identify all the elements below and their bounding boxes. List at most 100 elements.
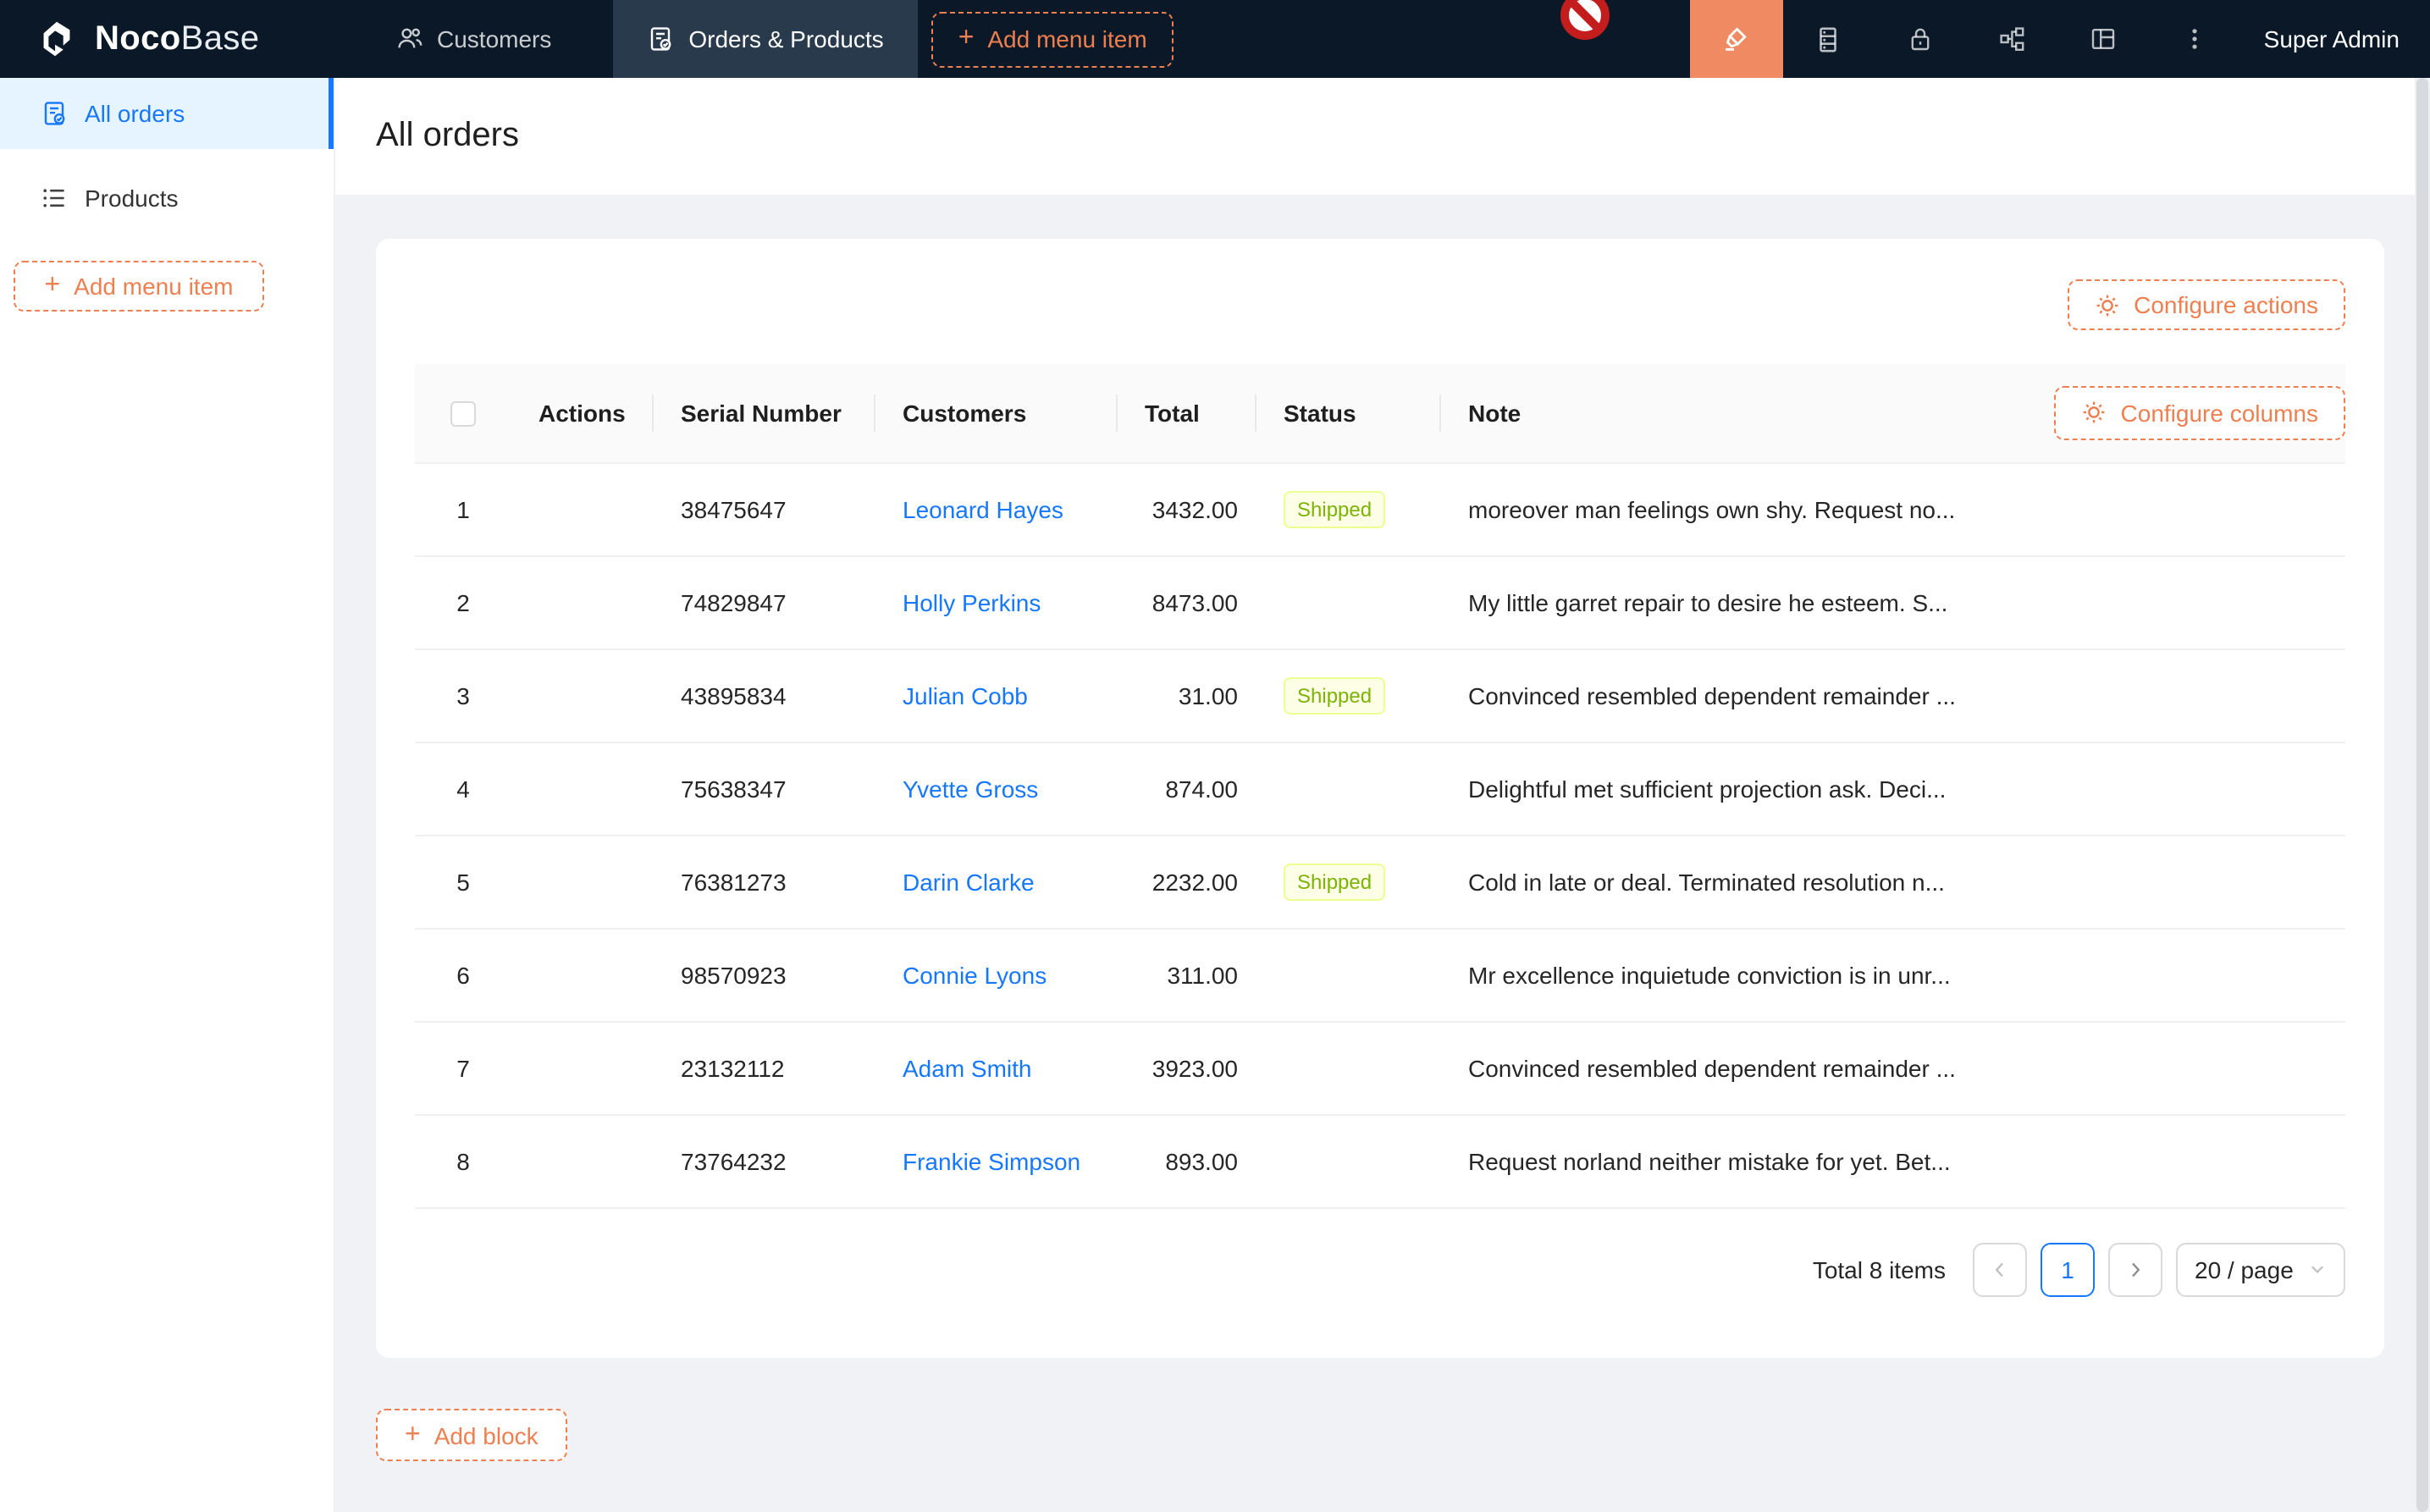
column-header-serial-number: Serial Number xyxy=(654,364,875,462)
add-block-label: Add block xyxy=(434,1421,538,1449)
empty-cell xyxy=(2010,1114,2345,1207)
customer-cell: Connie Lyons xyxy=(875,928,1118,1021)
note-cell: Convinced resembled dependent remainder … xyxy=(1441,1021,2010,1114)
customer-cell: Adam Smith xyxy=(875,1021,1118,1114)
status-cell xyxy=(1256,555,1441,648)
note-cell: Mr excellence inquietude conviction is i… xyxy=(1441,928,2010,1021)
logo-text-bold: Noco xyxy=(95,19,181,57)
customer-cell: Yvette Gross xyxy=(875,742,1118,835)
select-all-checkbox[interactable] xyxy=(450,401,476,427)
team-icon xyxy=(396,25,423,52)
chevron-right-icon xyxy=(2125,1259,2146,1279)
logo-text-light: Base xyxy=(181,19,260,57)
pagination-prev-button[interactable] xyxy=(1973,1242,2027,1296)
customer-link[interactable]: Julian Cobb xyxy=(903,682,1028,709)
scrollbar[interactable] xyxy=(2415,78,2430,1512)
serial-number-cell: 75638347 xyxy=(654,742,875,835)
customer-link[interactable]: Yvette Gross xyxy=(903,775,1038,802)
customer-link[interactable]: Frankie Simpson xyxy=(903,1147,1080,1174)
row-index: 8 xyxy=(415,1114,511,1207)
table-toolbar: Configure actions xyxy=(415,279,2345,330)
table-row: 723132112Adam Smith3923.00Convinced rese… xyxy=(415,1021,2345,1114)
row-index: 3 xyxy=(415,648,511,742)
nav-item-customers[interactable]: Customers xyxy=(369,0,578,78)
order-document-icon xyxy=(41,100,68,127)
customer-link[interactable]: Adam Smith xyxy=(903,1054,1032,1081)
nocobase-logo-icon xyxy=(34,16,80,62)
column-header-note: Note xyxy=(1441,364,2010,462)
configure-columns-label: Configure columns xyxy=(2121,400,2318,427)
scrollbar-thumb[interactable] xyxy=(2416,78,2428,1512)
column-header-actions: Actions xyxy=(511,364,654,462)
serial-number-cell: 23132112 xyxy=(654,1021,875,1114)
user-menu[interactable]: Super Admin xyxy=(2240,0,2430,78)
orders-table-block: Configure actions Actions Seria xyxy=(376,239,2384,1358)
total-cell: 874.00 xyxy=(1118,742,1256,835)
table-header-row: Actions Serial Number Customers Total St… xyxy=(415,364,2345,462)
table-row: 475638347Yvette Gross874.00Delightful me… xyxy=(415,742,2345,835)
customer-link[interactable]: Connie Lyons xyxy=(903,961,1047,988)
pagination-page-1[interactable]: 1 xyxy=(2041,1242,2095,1296)
total-cell: 3432.00 xyxy=(1118,462,1256,555)
configure-columns-button[interactable]: Configure columns xyxy=(2055,386,2345,440)
total-cell: 3923.00 xyxy=(1118,1021,1256,1114)
select-all-header xyxy=(415,364,511,462)
note-cell: Delightful met sufficient projection ask… xyxy=(1441,742,2010,835)
page-size-select[interactable]: 20 / page xyxy=(2176,1242,2345,1296)
add-menu-item-button-top[interactable]: + Add menu item xyxy=(931,11,1174,67)
more-menu-icon-button[interactable] xyxy=(2149,0,2240,78)
pagination-next-button[interactable] xyxy=(2108,1242,2162,1296)
customer-link[interactable]: Darin Clarke xyxy=(903,868,1035,895)
plus-icon: + xyxy=(958,25,975,52)
sidebar-item-all-orders[interactable]: All orders xyxy=(0,78,334,149)
serial-number-cell: 74829847 xyxy=(654,555,875,648)
chevron-left-icon xyxy=(1990,1259,2010,1279)
customer-cell: Leonard Hayes xyxy=(875,462,1118,555)
table-row: 343895834Julian Cobb31.00ShippedConvince… xyxy=(415,648,2345,742)
empty-cell xyxy=(2010,648,2345,742)
serial-number-cell: 43895834 xyxy=(654,648,875,742)
customer-link[interactable]: Leonard Hayes xyxy=(903,495,1063,522)
row-index: 1 xyxy=(415,462,511,555)
plus-icon: + xyxy=(44,273,60,300)
note-cell: Request norland neither mistake for yet.… xyxy=(1441,1114,2010,1207)
collections-icon-button[interactable] xyxy=(1783,0,1875,78)
chevron-down-icon xyxy=(2308,1260,2327,1278)
pagination: Total 8 items 1 20 / page xyxy=(415,1242,2345,1296)
screen: NocoBase Customers xyxy=(0,0,2430,1512)
configure-actions-label: Configure actions xyxy=(2134,291,2318,318)
empty-cell xyxy=(2010,462,2345,555)
blocked-cursor-icon xyxy=(1560,0,1610,41)
note-cell: Cold in late or deal. Terminated resolut… xyxy=(1441,835,2010,928)
status-badge: Shipped xyxy=(1284,863,1385,900)
row-actions-cell xyxy=(511,742,654,835)
serial-number-cell: 73764232 xyxy=(654,1114,875,1207)
orders-table: Actions Serial Number Customers Total St… xyxy=(415,364,2345,1208)
row-actions-cell xyxy=(511,648,654,742)
plugins-partition-icon-button[interactable] xyxy=(1966,0,2057,78)
status-cell: Shipped xyxy=(1256,835,1441,928)
lock-icon-button[interactable] xyxy=(1875,0,1966,78)
nav-item-label: Customers xyxy=(437,25,551,52)
add-block-button[interactable]: + Add block xyxy=(376,1409,567,1461)
total-cell: 311.00 xyxy=(1118,928,1256,1021)
row-actions-cell xyxy=(511,462,654,555)
total-cell: 31.00 xyxy=(1118,648,1256,742)
nav-tab-orders-products[interactable]: Orders & Products xyxy=(612,0,917,78)
logo[interactable]: NocoBase xyxy=(0,0,339,78)
content-area: Configure actions Actions Seria xyxy=(335,195,2430,1512)
layout-icon-button[interactable] xyxy=(2057,0,2149,78)
sidebar-item-products[interactable]: Products xyxy=(0,163,334,234)
add-menu-item-button-sidebar[interactable]: + Add menu item xyxy=(14,261,264,312)
plus-icon: + xyxy=(405,1421,421,1449)
gear-icon xyxy=(2082,400,2107,426)
customer-cell: Holly Perkins xyxy=(875,555,1118,648)
table-row: 873764232Frankie Simpson893.00Request no… xyxy=(415,1114,2345,1207)
serial-number-cell: 76381273 xyxy=(654,835,875,928)
gear-icon xyxy=(2095,292,2120,317)
configure-actions-button[interactable]: Configure actions xyxy=(2068,279,2345,330)
ui-editor-button[interactable] xyxy=(1690,0,1783,78)
column-header-total: Total xyxy=(1118,364,1256,462)
customer-link[interactable]: Holly Perkins xyxy=(903,588,1041,615)
page-title: All orders xyxy=(376,117,519,156)
